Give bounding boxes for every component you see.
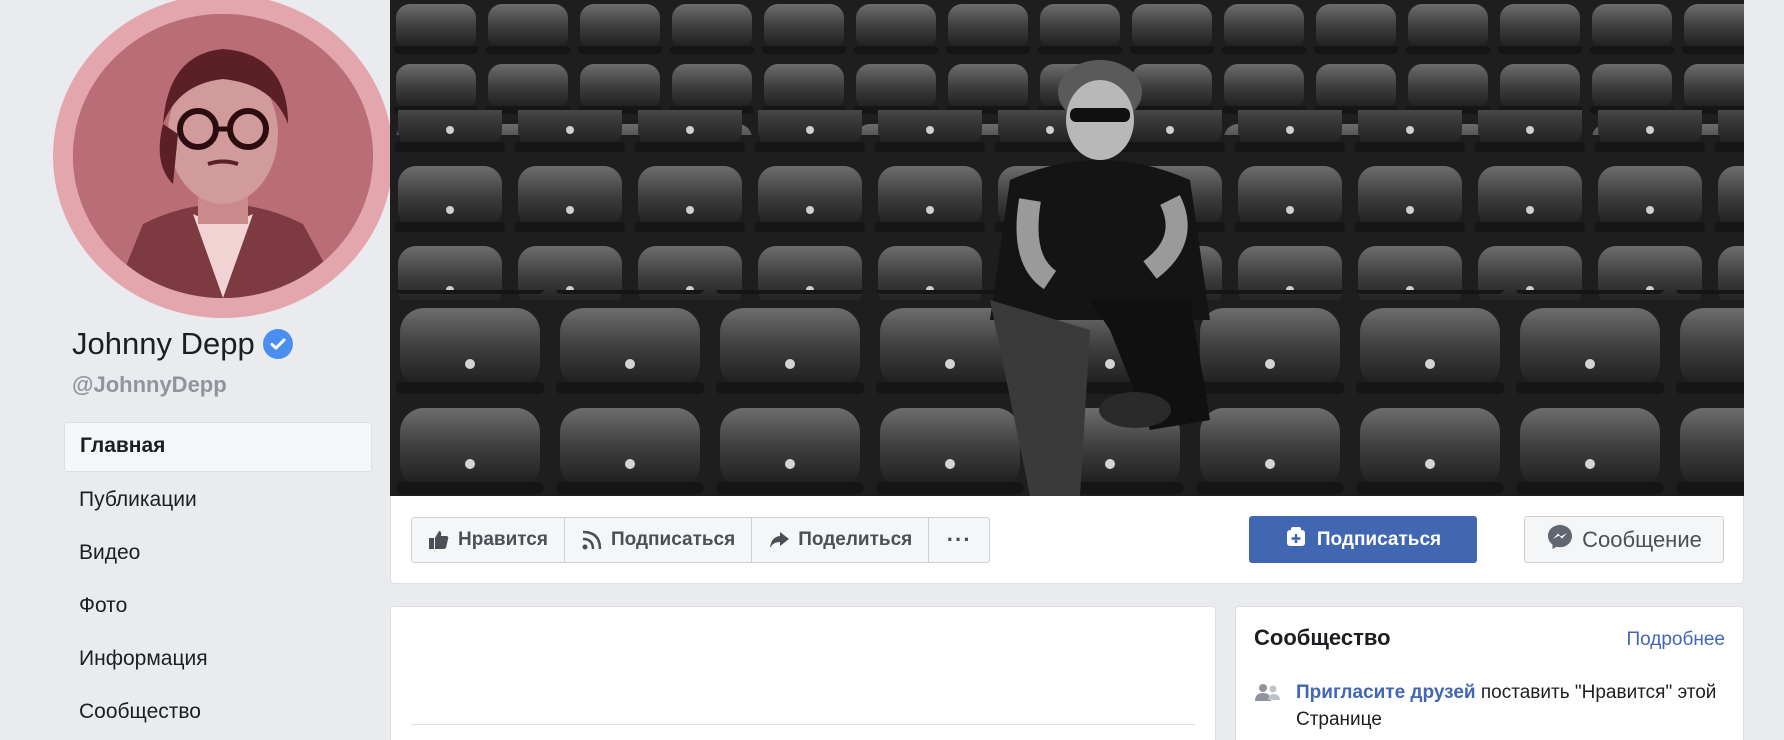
cover-photo[interactable] (390, 0, 1744, 496)
follow-plus-icon (1285, 526, 1307, 554)
messenger-icon (1546, 523, 1574, 557)
more-options-button[interactable]: ··· (929, 518, 989, 562)
page-frame: Johnny Depp @JohnnyDepp Главная Публикац… (0, 0, 1784, 740)
message-button-label: Сообщение (1582, 526, 1702, 552)
like-button[interactable]: Нравится (412, 518, 565, 562)
follow-button-label: Подписаться (610, 529, 736, 550)
more-dots-icon: ··· (946, 527, 972, 552)
profile-name-text[interactable]: Johnny Depp (72, 326, 255, 362)
like-button-label: Нравится (458, 529, 548, 550)
message-button[interactable]: Сообщение (1524, 516, 1724, 563)
composer-card (390, 606, 1216, 740)
rss-icon (581, 529, 603, 551)
community-card: Сообщество Подробнее Пригласите друзей п… (1235, 606, 1744, 740)
sidebar-item-videos[interactable]: Видео (64, 528, 372, 578)
follow-button[interactable]: Подписаться (565, 518, 753, 562)
profile-avatar-ring[interactable] (53, 0, 393, 318)
profile-avatar[interactable] (73, 14, 373, 298)
sidebar-item-photos[interactable]: Фото (64, 581, 372, 631)
share-arrow-icon (768, 529, 790, 551)
avatar-portrait-icon (73, 14, 373, 298)
primary-follow-label: Подписаться (1316, 528, 1442, 550)
invite-text: Пригласите друзей поставить "Нравится" э… (1296, 679, 1724, 733)
page-action-bar: Нравится Подписаться Поделиться ··· Подп… (390, 496, 1744, 584)
thumbs-up-icon (428, 529, 450, 551)
cover-photo-image (390, 0, 1744, 496)
card-divider (411, 724, 1195, 725)
invite-row: Пригласите друзей поставить "Нравится" э… (1254, 679, 1724, 733)
page-title[interactable]: Johnny Depp (72, 326, 293, 362)
share-button-label: Поделиться (798, 529, 913, 550)
primary-follow-button[interactable]: Подписаться (1249, 516, 1477, 563)
sidebar-item-community[interactable]: Сообщество (64, 687, 372, 737)
community-more-link[interactable]: Подробнее (1626, 629, 1725, 651)
action-button-group: Нравится Подписаться Поделиться ··· (411, 517, 991, 563)
sidebar-item-posts[interactable]: Публикации (64, 475, 372, 525)
sidebar-nav: Главная Публикации Видео Фото Информация… (64, 422, 372, 740)
invite-friends-link[interactable]: Пригласите друзей (1296, 682, 1476, 703)
profile-username[interactable]: @JohnnyDepp (72, 372, 227, 398)
sidebar-item-about[interactable]: Информация (64, 634, 372, 684)
sidebar-item-home[interactable]: Главная (64, 422, 372, 472)
community-title: Сообщество (1254, 625, 1391, 650)
left-sidebar: Johnny Depp @JohnnyDepp Главная Публикац… (0, 0, 393, 740)
invite-friends-icon (1254, 681, 1282, 705)
verified-badge-icon (262, 329, 293, 359)
share-button[interactable]: Поделиться (752, 518, 930, 562)
